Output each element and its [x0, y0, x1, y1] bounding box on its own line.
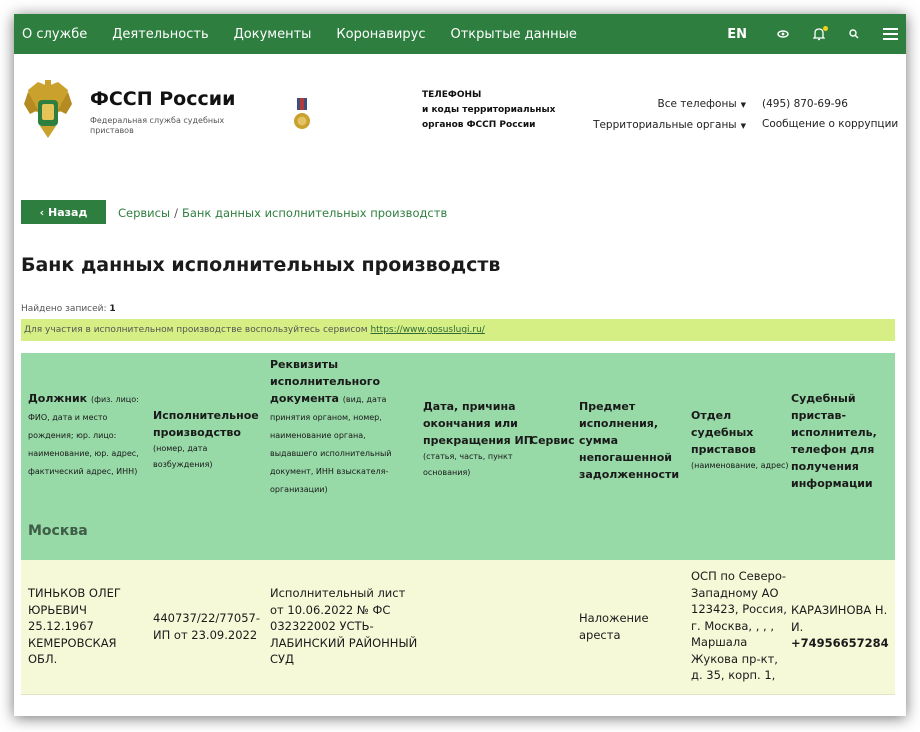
breadcrumb-services[interactable]: Сервисы — [118, 206, 170, 220]
notice-text: Для участия в исполнительном производств… — [24, 325, 371, 335]
breadcrumb-separator: / — [174, 206, 178, 220]
header-title: Судебный пристав-исполнитель, телефон дл… — [791, 392, 877, 490]
search-icon[interactable] — [849, 29, 859, 39]
header-dropdowns: Все телефоны ▼ Территориальные органы ▼ — [592, 94, 746, 136]
brand-title[interactable]: ФССП России — [90, 88, 235, 110]
fssp-emblem-logo[interactable] — [24, 80, 72, 144]
column-header-department: Отдел судебных приставов (наименование, … — [691, 407, 793, 474]
header-note: (вид, дата принятия органом, номер, наим… — [270, 395, 392, 494]
territorial-dropdown[interactable]: Территориальные органы ▼ — [592, 115, 746, 136]
header-title: Предмет исполнения, сумма непогашенной з… — [579, 400, 680, 481]
table-header: Должник (физ. лицо: ФИО, дата и место ро… — [21, 353, 895, 560]
brand-subtitle: Федеральная служба судебных приставов — [90, 116, 225, 135]
header-note: (наименование, адрес) — [691, 461, 789, 470]
column-header-subject: Предмет исполнения, сумма непогашенной з… — [579, 398, 679, 483]
nav-item-coronavirus[interactable]: Коронавирус — [336, 27, 425, 42]
medal-icon — [294, 98, 310, 129]
gosuslugi-link[interactable]: https://www.gosuslugi.ru/ — [370, 325, 484, 335]
header-title: Сервис — [530, 434, 575, 447]
page-title: Банк данных исполнительных производств — [21, 254, 501, 276]
cell-department: ОСП по Северо-Западному АО 123423, Росси… — [691, 569, 787, 682]
hotline-phone[interactable]: (495) 870-69-96 — [762, 94, 898, 114]
cell-proceeding: 440737/22/77057-ИП от 23.09.2022 — [153, 611, 261, 642]
region-heading: Москва — [28, 523, 88, 539]
column-header-document: Реквизиты исполнительного документа (вид… — [270, 356, 410, 498]
table-row: ТИНЬКОВ ОЛЕГ ЮРЬЕВИЧ 25.12.1967 КЕМЕРОВС… — [21, 560, 895, 695]
notification-dot — [823, 26, 828, 31]
language-switch[interactable]: EN — [727, 27, 747, 42]
eye-icon[interactable] — [777, 30, 789, 38]
back-button[interactable]: ‹ Назад — [21, 200, 106, 224]
menu-icon[interactable] — [883, 28, 898, 40]
territorial-phones-link[interactable]: ТЕЛЕФОНЫ и коды территориальных органов … — [422, 88, 555, 133]
gosuslugi-notice: Для участия в исполнительном производств… — [21, 319, 895, 341]
column-header-service: Сервис — [530, 432, 576, 449]
header-title: Дата, причина окончания или прекращения … — [423, 400, 533, 447]
bailiff-phone[interactable]: +74956657284 — [791, 635, 895, 652]
breadcrumb-current[interactable]: Банк данных исполнительных производств — [182, 206, 447, 220]
header-title: Отдел судебных приставов — [691, 409, 756, 456]
header-note: (физ. лицо: ФИО, дата и место рождения; … — [28, 395, 139, 476]
browser-page: О службе Деятельность Документы Коронави… — [14, 14, 906, 716]
site-header: ФССП России Федеральная служба судебных … — [14, 54, 906, 172]
territorial-label: Территориальные органы — [593, 119, 737, 131]
chevron-down-icon: ▼ — [740, 122, 746, 130]
header-note: (статья, часть, пункт основания) — [423, 452, 513, 477]
cell-document: Исполнительный лист от 10.06.2022 № ФС 0… — [270, 586, 418, 666]
bell-icon[interactable] — [813, 26, 828, 41]
corruption-report-link[interactable]: Сообщение о коррупции — [762, 114, 898, 134]
top-navigation: О службе Деятельность Документы Коронави… — [14, 14, 906, 54]
cell-subject: Наложение ареста — [579, 611, 649, 642]
all-phones-dropdown[interactable]: Все телефоны ▼ — [592, 94, 746, 115]
column-header-debtor: Должник (физ. лицо: ФИО, дата и место ро… — [28, 390, 146, 480]
nav-item-documents[interactable]: Документы — [234, 27, 312, 42]
phones-line-2: и коды территориальных — [422, 105, 556, 115]
nav-item-activity[interactable]: Деятельность — [112, 27, 208, 42]
records-count-label: Найдено записей: — [21, 304, 107, 314]
nav-item-about[interactable]: О службе — [22, 27, 87, 42]
nav-item-open-data[interactable]: Открытые данные — [450, 27, 576, 42]
header-title: Исполнительное производство — [153, 409, 259, 439]
records-count: Найдено записей: 1 — [21, 304, 116, 314]
phones-line-3: органов ФССП России — [422, 120, 536, 130]
chevron-down-icon: ▼ — [740, 101, 746, 109]
column-header-proceeding: Исполнительное производство (номер, дата… — [153, 407, 261, 473]
cell-debtor: ТИНЬКОВ ОЛЕГ ЮРЬЕВИЧ 25.12.1967 КЕМЕРОВС… — [28, 586, 121, 666]
results-table: Должник (физ. лицо: ФИО, дата и место ро… — [21, 353, 895, 695]
bailiff-name: КАРАЗИНОВА Н. И. — [791, 603, 888, 634]
column-header-bailiff: Судебный пристав-исполнитель, телефон дл… — [791, 390, 891, 492]
phones-line-1: ТЕЛЕФОНЫ — [422, 90, 482, 100]
column-header-end-reason: Дата, причина окончания или прекращения … — [423, 398, 533, 481]
all-phones-label: Все телефоны — [657, 98, 737, 110]
records-count-value: 1 — [109, 304, 116, 314]
breadcrumb: Сервисы / Банк данных исполнительных произ… — [118, 206, 447, 220]
header-note: (номер, дата возбуждения) — [153, 444, 213, 469]
cell-bailiff: КАРАЗИНОВА Н. И. +74956657284 — [791, 602, 895, 652]
header-contacts: (495) 870-69-96 Сообщение о коррупции — [762, 94, 898, 134]
header-title: Должник — [28, 392, 88, 405]
